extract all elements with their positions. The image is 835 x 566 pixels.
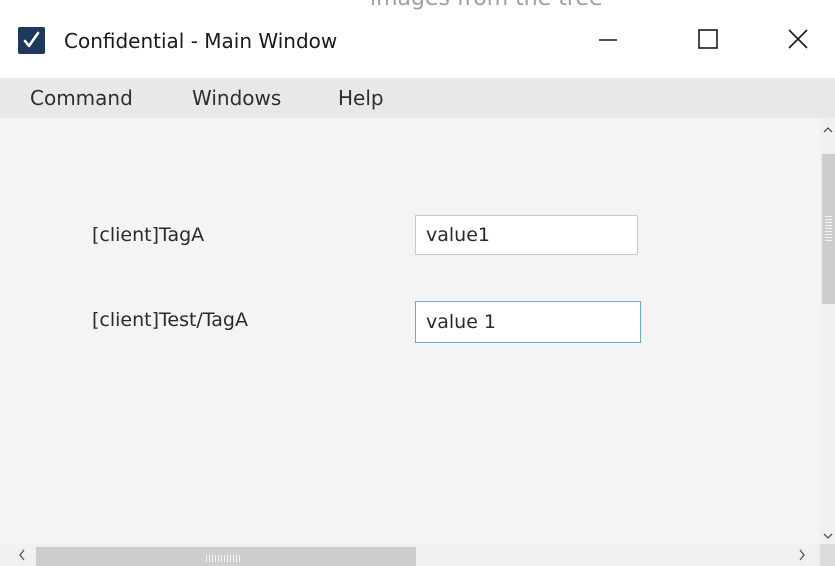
close-icon [787, 28, 809, 54]
grip-icon [825, 216, 832, 242]
checkmark-app-icon [18, 27, 45, 54]
horizontal-scrollbar[interactable] [0, 544, 820, 566]
chevron-down-icon [823, 525, 833, 544]
scroll-left-button[interactable] [12, 544, 32, 566]
background-window-text: images from the tree [370, 0, 603, 11]
scrollbar-corner [820, 544, 835, 566]
minimize-icon [597, 28, 619, 54]
maximize-button[interactable] [680, 14, 736, 68]
scroll-up-button[interactable] [820, 118, 835, 138]
title-bar[interactable]: Confidential - Main Window [0, 0, 835, 78]
test-tag-a-label: [client]Test/TagA [92, 309, 248, 331]
chevron-right-icon [798, 546, 806, 565]
main-window: images from the tree Confidential - Main… [0, 0, 835, 566]
chevron-left-icon [18, 546, 26, 565]
content-area: [client]TagA [client]Test/TagA [0, 118, 820, 544]
scroll-right-button[interactable] [792, 544, 812, 566]
menu-command[interactable]: Command [30, 82, 133, 114]
scroll-down-button[interactable] [820, 524, 835, 544]
window-title: Confidential - Main Window [64, 29, 338, 53]
test-tag-a-input[interactable] [415, 301, 641, 343]
menu-bar: Command Windows Help [0, 78, 835, 118]
menu-windows[interactable]: Windows [192, 82, 281, 114]
tag-a-label: [client]TagA [92, 224, 205, 246]
close-button[interactable] [770, 14, 826, 68]
vertical-scrollbar[interactable] [820, 118, 835, 544]
vertical-scroll-thumb[interactable] [822, 154, 835, 304]
menu-help[interactable]: Help [338, 82, 384, 114]
grip-icon [206, 555, 242, 562]
minimize-button[interactable] [580, 14, 636, 68]
maximize-icon [697, 28, 719, 54]
chevron-up-icon [823, 119, 833, 138]
horizontal-scroll-thumb[interactable] [36, 547, 416, 566]
tag-a-input[interactable] [415, 215, 638, 255]
